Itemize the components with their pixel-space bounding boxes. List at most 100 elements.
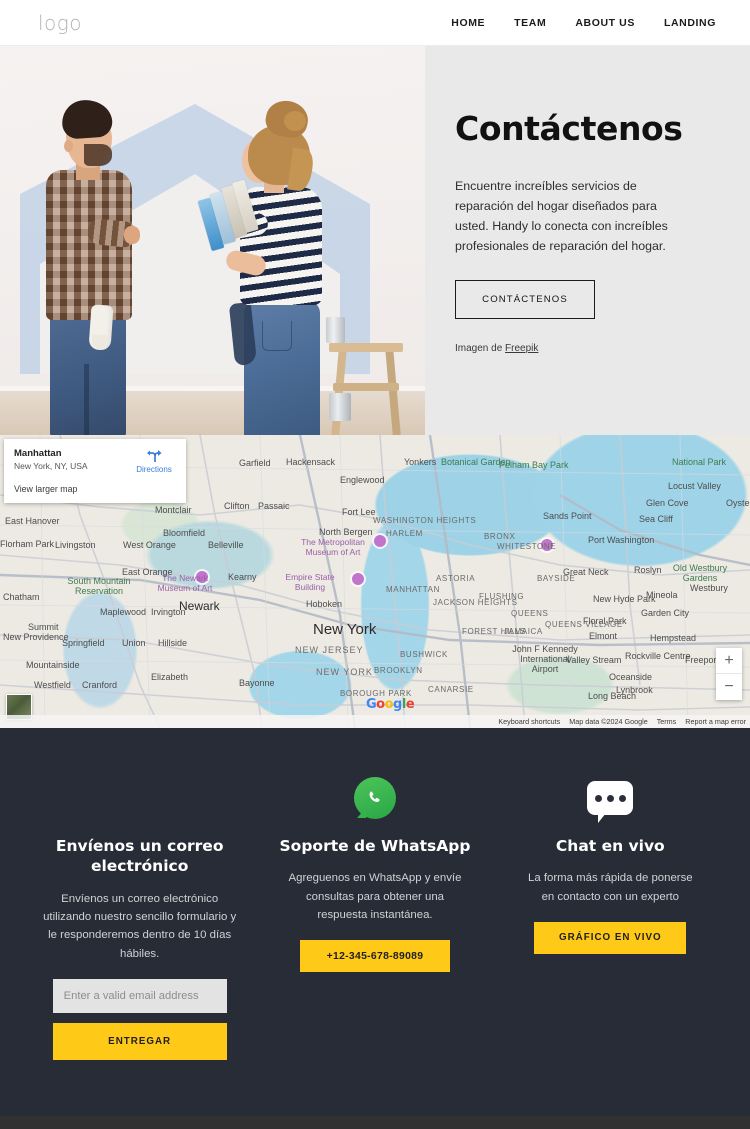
whatsapp-icon xyxy=(353,777,396,819)
google-logo: Google xyxy=(366,697,415,712)
map-label: Garfield xyxy=(239,458,271,468)
map-label: Westbury xyxy=(690,583,728,593)
nav-item-about-us[interactable]: ABOUT US xyxy=(575,17,635,29)
live-chat-paragraph: La forma más rápida de ponerse en contac… xyxy=(528,872,693,903)
google-logo-letter: g xyxy=(393,697,402,712)
map-label: MANHATTAN xyxy=(386,585,440,594)
live-chat-heading: Chat en vivo xyxy=(555,837,665,855)
map-label: Empire State Building xyxy=(285,572,335,592)
whatsapp-heading: Soporte de WhatsApp xyxy=(279,837,471,855)
email-column-icon-spacer xyxy=(30,772,249,824)
map-label: NEW JERSEY xyxy=(295,645,364,655)
map-place-title: Manhattan xyxy=(14,448,62,459)
logo[interactable]: logo xyxy=(38,11,82,35)
report-map-error-link[interactable]: Report a map error xyxy=(685,717,746,726)
map-embed[interactable]: New York Newark MANHATTAN BROOKLYN QUEENS BRO… xyxy=(0,435,750,728)
map-label: JAMAICA xyxy=(504,627,543,636)
contact-column-email: Envíenos un correo electrónico Envíenos … xyxy=(22,772,257,1060)
map-label: South Mountain Reservation xyxy=(67,576,131,596)
map-label: Livingston xyxy=(55,540,96,550)
map-label: Englewood xyxy=(340,475,385,485)
map-label: ASTORIA xyxy=(436,574,476,583)
map-label: Oyster xyxy=(726,498,750,508)
map-label: Locust Valley xyxy=(668,481,721,491)
map-label: Freeport xyxy=(685,655,720,665)
directions-label: Directions xyxy=(136,465,172,474)
map-label: Maplewood xyxy=(100,607,147,617)
phone-number-button[interactable]: +12-345-678-89089 xyxy=(299,940,450,973)
map-label: Bayonne xyxy=(239,678,275,688)
map-label: Garden City xyxy=(641,608,690,618)
terms-link[interactable]: Terms xyxy=(657,717,677,726)
map-label: Passaic xyxy=(258,501,290,511)
contact-column-whatsapp: Soporte de WhatsApp Agreguenos en WhatsA… xyxy=(257,772,492,1060)
map-label: Sea Cliff xyxy=(639,514,673,524)
directions-icon xyxy=(147,450,162,462)
zoom-in-button[interactable]: + xyxy=(716,648,742,674)
map-info-card[interactable]: Manhattan New York, NY, USA Directions V… xyxy=(4,439,186,503)
page-title: Contáctenos xyxy=(455,109,683,148)
map-label: East Hanover xyxy=(5,516,60,526)
map-label: Irvington xyxy=(151,607,186,617)
freepik-link[interactable]: Freepik xyxy=(505,343,538,354)
map-label: Valley Stream xyxy=(566,655,622,665)
map-label: Botanical Garden xyxy=(441,457,511,467)
map-label: Yonkers xyxy=(404,457,437,467)
google-logo-letter: e xyxy=(405,697,415,712)
map-label: New Hyde Park xyxy=(593,594,656,604)
map-label: Long Beach xyxy=(588,691,637,701)
map-label: Cranford xyxy=(82,680,118,690)
zoom-out-button[interactable]: − xyxy=(716,674,742,700)
map-label: Mountainside xyxy=(26,660,80,670)
person-woman xyxy=(197,97,346,435)
map-label: BUSHWICK xyxy=(400,650,448,659)
contact-us-button[interactable]: CONTÁCTENOS xyxy=(455,279,595,319)
map-zoom-controls[interactable]: + − xyxy=(716,648,742,700)
contact-column-live-chat: Chat en vivo La forma más rápida de pone… xyxy=(493,772,728,1060)
map-label: Chatham xyxy=(3,592,40,602)
phone-handset-icon xyxy=(369,791,380,802)
map-label: Hackensack xyxy=(286,457,336,467)
map-label: CANARSIE xyxy=(428,685,474,694)
map-label: Elmont xyxy=(589,631,618,641)
chat-bubble-icon xyxy=(587,781,634,823)
map-data-credit: Map data ©2024 Google xyxy=(569,717,648,726)
map-label: FOREST HILLS xyxy=(462,627,526,636)
map-label: Great Neck xyxy=(563,567,609,577)
nav-item-landing[interactable]: LANDING xyxy=(664,17,716,29)
map-label: Port Washington xyxy=(588,535,655,545)
page-root: logo HOME TEAM ABOUT US LANDING Contácte… xyxy=(0,0,750,1129)
keyboard-shortcuts-link[interactable]: Keyboard shortcuts xyxy=(498,717,560,726)
map-label: JACKSON HEIGHTS xyxy=(433,598,518,607)
directions-button[interactable]: Directions xyxy=(132,448,176,474)
email-input[interactable] xyxy=(52,978,227,1013)
map-label: QUEENS VILLAGE xyxy=(545,620,623,629)
main-navigation: HOME TEAM ABOUT US LANDING xyxy=(451,17,716,29)
map-label: WASHINGTON HEIGHTS xyxy=(373,516,477,525)
map-label: Lynbrook xyxy=(616,685,653,695)
live-chat-button[interactable]: GRÁFICO EN VIVO xyxy=(534,921,687,954)
map-label: The Metropolitan Museum of Art xyxy=(301,537,365,557)
map-label: Elizabeth xyxy=(151,672,189,682)
hero-image xyxy=(0,46,425,435)
hero-paragraph: Encuentre increíbles servicios de repara… xyxy=(455,178,668,253)
map-place-address: New York, NY, USA xyxy=(14,461,88,471)
view-larger-map-link[interactable]: View larger map xyxy=(4,480,186,503)
map-label: Florham Park xyxy=(0,539,55,549)
whatsapp-paragraph: Agreguenos en WhatsApp y envíe consultas… xyxy=(288,872,462,921)
submit-button[interactable]: ENTREGAR xyxy=(52,1022,227,1060)
nav-item-team[interactable]: TEAM xyxy=(514,17,546,29)
google-logo-letter: o xyxy=(384,697,394,712)
map-label: Pelham Bay Park xyxy=(499,460,569,470)
contact-section: Envíenos un correo electrónico Envíenos … xyxy=(0,728,750,1116)
site-footer: Sample text. Click to select the Text El… xyxy=(0,1115,750,1129)
hero-content: Contáctenos Encuentre increíbles servici… xyxy=(425,46,750,435)
whatsapp-icon-wrap xyxy=(265,772,484,824)
map-label: Fort Lee xyxy=(342,507,376,517)
map-label: New Providence xyxy=(3,632,69,642)
nav-item-home[interactable]: HOME xyxy=(451,17,485,29)
map-label: The Newark Museum of Art xyxy=(157,573,213,593)
map-attribution-bar: Keyboard shortcuts Map data ©2024 Google… xyxy=(0,715,750,728)
map-label: QUEENS xyxy=(511,609,549,618)
map-label: Oceanside xyxy=(609,672,653,682)
